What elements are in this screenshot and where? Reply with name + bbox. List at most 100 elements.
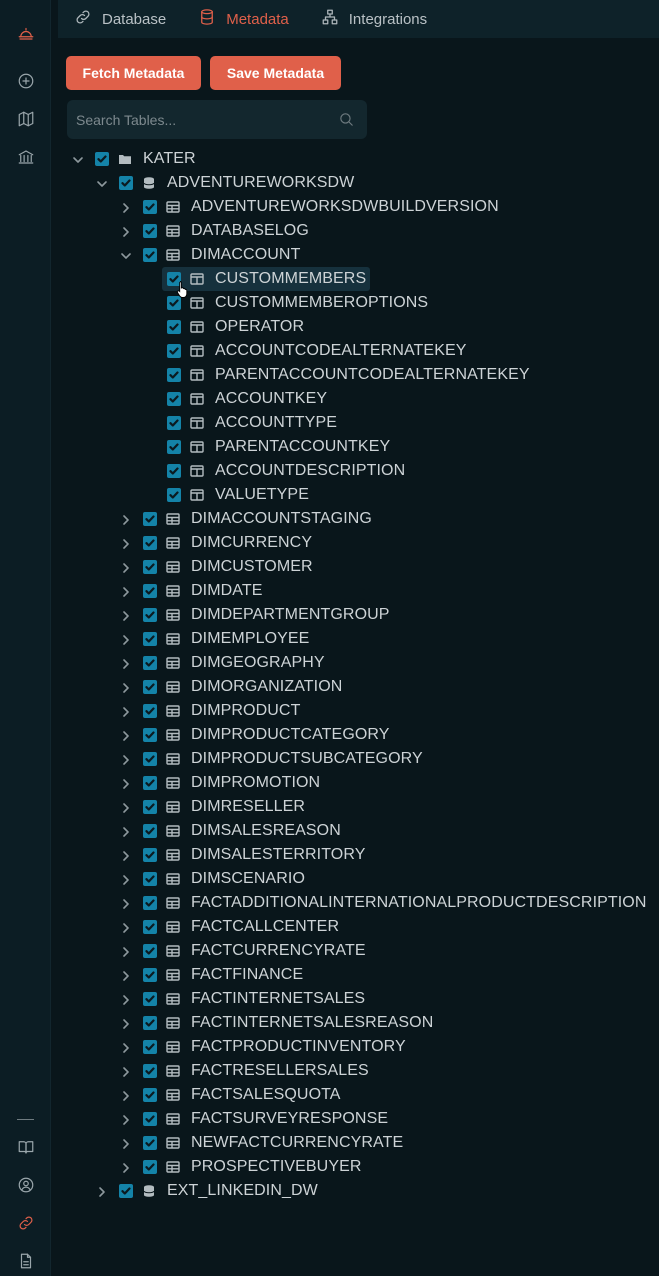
tree-checkbox[interactable] [143, 944, 157, 958]
tree-node-table[interactable]: ADVENTUREWORKSDWBUILDVERSION [0, 195, 659, 219]
tree-node-table[interactable]: FACTSURVEYRESPONSE [0, 1107, 659, 1131]
tree-checkbox[interactable] [143, 200, 157, 214]
tree-node-table[interactable]: DIMSALESTERRITORY [0, 843, 659, 867]
chevron-right-icon[interactable] [120, 705, 132, 717]
logo-icon[interactable] [13, 20, 39, 46]
chevron-right-icon[interactable] [120, 225, 132, 237]
chevron-right-icon[interactable] [120, 1065, 132, 1077]
tree-checkbox[interactable] [143, 680, 157, 694]
tab-integrations[interactable]: Integrations [321, 8, 427, 30]
chevron-right-icon[interactable] [120, 945, 132, 957]
tree-checkbox[interactable] [143, 752, 157, 766]
tab-database[interactable]: Database [74, 8, 166, 30]
tree-checkbox[interactable] [143, 1064, 157, 1078]
tree-node-table[interactable]: FACTINTERNETSALESREASON [0, 1011, 659, 1035]
tree-checkbox[interactable] [143, 848, 157, 862]
tree-checkbox[interactable] [167, 392, 181, 406]
link-icon[interactable] [13, 1210, 39, 1236]
chevron-right-icon[interactable] [120, 753, 132, 765]
chevron-right-icon[interactable] [120, 633, 132, 645]
tree-checkbox[interactable] [167, 296, 181, 310]
tree-node-column[interactable]: ACCOUNTDESCRIPTION [0, 459, 659, 483]
tree-checkbox[interactable] [143, 512, 157, 526]
tree-node-table[interactable]: DIMCUSTOMER [0, 555, 659, 579]
tree-checkbox[interactable] [119, 1184, 133, 1198]
tree-node-table[interactable]: FACTCALLCENTER [0, 915, 659, 939]
tree-node-column[interactable]: ACCOUNTCODEALTERNATEKEY [0, 339, 659, 363]
search-input[interactable] [67, 111, 327, 128]
save-metadata-button[interactable]: Save Metadata [210, 56, 341, 90]
tree-checkbox[interactable] [143, 1160, 157, 1174]
fetch-metadata-button[interactable]: Fetch Metadata [66, 56, 201, 90]
tree-checkbox[interactable] [143, 608, 157, 622]
tree-node-table[interactable]: FACTADDITIONALINTERNATIONALPRODUCTDESCRI… [0, 891, 659, 915]
chevron-right-icon[interactable] [120, 1041, 132, 1053]
chevron-right-icon[interactable] [120, 657, 132, 669]
tree-node-table[interactable]: FACTCURRENCYRATE [0, 939, 659, 963]
map-icon[interactable] [13, 106, 39, 132]
tree-node-table[interactable]: DIMPROMOTION [0, 771, 659, 795]
chevron-right-icon[interactable] [120, 537, 132, 549]
tree-node-table[interactable]: FACTPRODUCTINVENTORY [0, 1035, 659, 1059]
tree-node-database[interactable]: EXT_LINKEDIN_DW [0, 1179, 659, 1203]
chevron-down-icon[interactable] [120, 249, 132, 261]
tree-node-root[interactable]: KATER [0, 147, 659, 171]
chevron-down-icon[interactable] [96, 177, 108, 189]
chevron-right-icon[interactable] [120, 777, 132, 789]
tab-metadata[interactable]: Metadata [198, 8, 289, 30]
tree-node-table[interactable]: NEWFACTCURRENCYRATE [0, 1131, 659, 1155]
tree-node-table[interactable]: FACTRESELLERSALES [0, 1059, 659, 1083]
chevron-right-icon[interactable] [120, 585, 132, 597]
tree-node-table[interactable]: DATABASELOG [0, 219, 659, 243]
chevron-right-icon[interactable] [120, 897, 132, 909]
tree-checkbox[interactable] [143, 1088, 157, 1102]
tree-node-table[interactable]: DIMGEOGRAPHY [0, 651, 659, 675]
tree-node-table[interactable]: DIMPRODUCTSUBCATEGORY [0, 747, 659, 771]
tree-checkbox[interactable] [143, 968, 157, 982]
chevron-right-icon[interactable] [120, 1161, 132, 1173]
chevron-right-icon[interactable] [120, 561, 132, 573]
tree-checkbox[interactable] [167, 344, 181, 358]
tree-checkbox[interactable] [143, 536, 157, 550]
chevron-right-icon[interactable] [120, 993, 132, 1005]
tree-node-table[interactable]: FACTINTERNETSALES [0, 987, 659, 1011]
tree-checkbox[interactable] [167, 488, 181, 502]
tree-checkbox[interactable] [143, 704, 157, 718]
tree-node-table[interactable]: FACTFINANCE [0, 963, 659, 987]
tree-node-table[interactable]: PROSPECTIVEBUYER [0, 1155, 659, 1179]
tree-checkbox[interactable] [143, 1016, 157, 1030]
tree-node-column[interactable]: VALUETYPE [0, 483, 659, 507]
tree-checkbox[interactable] [143, 656, 157, 670]
tree-checkbox[interactable] [143, 992, 157, 1006]
tree-checkbox[interactable] [143, 1112, 157, 1126]
tree-node-column[interactable]: OPERATOR [0, 315, 659, 339]
tree-checkbox[interactable] [167, 416, 181, 430]
chevron-right-icon[interactable] [120, 1113, 132, 1125]
tree-node-table[interactable]: DIMORGANIZATION [0, 675, 659, 699]
tree-checkbox[interactable] [143, 1040, 157, 1054]
tree-checkbox[interactable] [167, 320, 181, 334]
tree-checkbox[interactable] [167, 464, 181, 478]
tree-checkbox[interactable] [143, 584, 157, 598]
chevron-right-icon[interactable] [120, 1017, 132, 1029]
tree-node-table[interactable]: DIMRESELLER [0, 795, 659, 819]
tree-checkbox[interactable] [143, 248, 157, 262]
document-icon[interactable] [13, 1248, 39, 1274]
chevron-right-icon[interactable] [120, 609, 132, 621]
tree-node-column[interactable]: ACCOUNTTYPE [0, 411, 659, 435]
chevron-right-icon[interactable] [120, 1089, 132, 1101]
tree-checkbox[interactable] [143, 1136, 157, 1150]
chevron-right-icon[interactable] [120, 729, 132, 741]
chevron-right-icon[interactable] [120, 849, 132, 861]
tree-checkbox[interactable] [143, 560, 157, 574]
chevron-right-icon[interactable] [120, 1137, 132, 1149]
tree-checkbox[interactable] [143, 872, 157, 886]
chevron-right-icon[interactable] [120, 969, 132, 981]
search-icon[interactable] [338, 111, 355, 128]
tree-node-column[interactable]: PARENTACCOUNTCODEALTERNATEKEY [0, 363, 659, 387]
tree-checkbox[interactable] [167, 368, 181, 382]
tree-checkbox[interactable] [143, 824, 157, 838]
tree-node-table[interactable]: DIMPRODUCT [0, 699, 659, 723]
chevron-right-icon[interactable] [120, 921, 132, 933]
tree-node-database[interactable]: ADVENTUREWORKSDW [0, 171, 659, 195]
